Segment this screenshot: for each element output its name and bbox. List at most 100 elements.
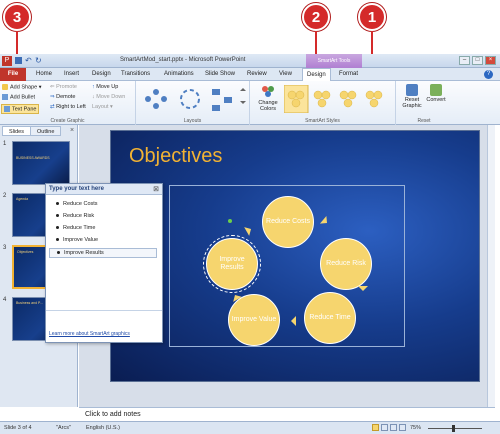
right-to-left-button[interactable]: ⇄ Right to Left <box>50 104 86 110</box>
bullet-icon <box>56 238 59 242</box>
bullet-icon <box>57 251 60 255</box>
callout-1: 1 <box>358 3 386 31</box>
bullet-icon <box>56 226 59 230</box>
add-shape-button[interactable]: Add Shape ▾ <box>2 84 42 90</box>
cycle-arrow <box>244 222 258 236</box>
close-icon[interactable]: ⊠ <box>153 185 159 193</box>
ribbon-tabs: File Home Insert Design Transitions Anim… <box>0 68 500 82</box>
cycle-arrow <box>286 316 296 326</box>
group-reset: Reset Graphic Convert Reset <box>396 81 500 125</box>
callout-3: 3 <box>3 3 31 31</box>
text-pane-icon <box>4 106 10 112</box>
text-pane-item-selected[interactable]: Improve Results <box>49 248 157 258</box>
move-down-button[interactable]: ↓ Move Down <box>92 94 125 100</box>
reset-graphic-icon <box>406 84 418 96</box>
rotation-handle[interactable] <box>228 219 232 223</box>
window-title: SmartArtMod_start.pptx - Microsoft Power… <box>120 57 246 63</box>
demote-button[interactable]: ⇒ Demote <box>50 94 75 100</box>
promote-button[interactable]: ⇐ Promote <box>50 84 77 90</box>
save-icon[interactable] <box>15 57 22 64</box>
layout-option-1 <box>145 89 167 109</box>
slide-count: Slide 3 of 4 <box>4 425 32 431</box>
bullet-icon <box>56 202 59 206</box>
cycle-arrow <box>319 215 335 231</box>
add-bullet-icon <box>2 94 8 100</box>
group-label-layouts: Layouts <box>183 118 202 124</box>
slide-thumbnail[interactable]: BUSINESS AWARDS <box>12 141 70 185</box>
notes-pane[interactable]: Click to add notes <box>79 407 495 421</box>
convert-icon <box>430 84 442 96</box>
smartart-circle[interactable]: Reduce Time <box>304 292 356 344</box>
view-buttons[interactable] <box>372 424 406 433</box>
language[interactable]: English (U.S.) <box>86 425 120 431</box>
minimize-button[interactable]: – <box>459 56 470 65</box>
tab-transitions[interactable]: Transitions <box>117 68 154 81</box>
text-pane-item[interactable]: Reduce Time <box>56 225 95 231</box>
group-smartart-styles: Change Colors SmartArt Styles <box>250 81 396 125</box>
text-pane-title: Type your text here <box>49 186 104 192</box>
smartart-tools-group: SmartArt Tools <box>306 54 362 68</box>
change-colors-button[interactable]: Change Colors <box>254 84 282 112</box>
text-pane-header: Type your text here ⊠ <box>46 184 162 195</box>
smartart-circle-selected[interactable]: Improve Results <box>203 235 261 293</box>
change-colors-icon <box>262 86 274 97</box>
vertical-scrollbar[interactable] <box>487 125 495 407</box>
tab-home[interactable]: Home <box>32 68 56 81</box>
group-label-create-graphic: Create Graphic <box>50 118 85 124</box>
tab-design[interactable]: Design <box>88 68 115 81</box>
tab-smartart-format[interactable]: Format <box>335 68 362 81</box>
help-icon[interactable]: ? <box>484 70 493 79</box>
tab-slide-show[interactable]: Slide Show <box>201 68 239 81</box>
callout-2: 2 <box>302 3 330 31</box>
text-pane-divider <box>46 310 162 311</box>
slide-number: 4 <box>3 297 7 303</box>
smartart-text-pane[interactable]: Type your text here ⊠ Reduce Costs Reduc… <box>45 183 163 343</box>
text-pane-item[interactable]: Reduce Risk <box>56 213 94 219</box>
maximize-button[interactable]: □ <box>472 56 483 65</box>
convert-button[interactable]: Convert <box>424 84 448 103</box>
styles-gallery[interactable] <box>284 85 392 113</box>
reset-graphic-button[interactable]: Reset Graphic <box>400 84 424 109</box>
group-label-reset: Reset <box>417 118 431 124</box>
redo-icon[interactable]: ↻ <box>35 56 42 65</box>
undo-icon[interactable]: ↶ <box>25 56 32 65</box>
theme-name: "Arcs" <box>56 425 71 431</box>
group-label-smartart-styles: SmartArt Styles <box>305 118 340 124</box>
group-create-graphic: Add Shape ▾ Add Bullet Text Pane ⇐ Promo… <box>0 81 136 125</box>
tab-slides[interactable]: Slides <box>2 126 31 136</box>
tab-file[interactable]: File <box>0 68 26 81</box>
text-pane-item[interactable]: Reduce Costs <box>56 201 98 207</box>
text-pane-button[interactable]: Text Pane <box>1 104 40 115</box>
tab-review[interactable]: Review <box>243 68 271 81</box>
smartart-frame[interactable]: Reduce Costs Reduce Risk Reduce Time Imp… <box>169 185 405 347</box>
tab-animations[interactable]: Animations <box>160 68 198 81</box>
tab-insert[interactable]: Insert <box>60 68 83 81</box>
gallery-scroll <box>240 88 246 104</box>
tab-outline[interactable]: Outline <box>30 126 62 136</box>
layout-button[interactable]: Layout ▾ <box>92 104 113 110</box>
tab-view[interactable]: View <box>275 68 296 81</box>
add-bullet-button[interactable]: Add Bullet <box>2 94 35 100</box>
slide-number: 1 <box>3 141 7 147</box>
ribbon: Add Shape ▾ Add Bullet Text Pane ⇐ Promo… <box>0 81 500 125</box>
smartart-circle[interactable]: Improve Value <box>228 294 280 346</box>
slide-canvas[interactable]: Objectives Reduce Costs Reduce Risk Redu… <box>110 130 480 382</box>
slide-title[interactable]: Objectives <box>129 145 222 168</box>
close-button[interactable]: × <box>485 56 496 65</box>
layout-gallery[interactable] <box>140 85 246 113</box>
status-bar: Slide 3 of 4 "Arcs" English (U.S.) 75% <box>0 421 500 434</box>
learn-more-link[interactable]: Learn more about SmartArt graphics <box>49 331 130 337</box>
zoom-slider-thumb[interactable] <box>452 425 455 432</box>
move-up-button[interactable]: ↑ Move Up <box>92 84 118 90</box>
zoom-slider[interactable] <box>428 428 482 429</box>
bullet-icon <box>56 214 59 218</box>
text-pane-item[interactable]: Improve Value <box>56 237 98 243</box>
tab-smartart-design[interactable]: Design <box>302 68 331 82</box>
smartart-circle[interactable]: Reduce Risk <box>320 238 372 290</box>
layout-option-2 <box>180 89 200 109</box>
slide-number: 3 <box>3 245 7 251</box>
zoom-level[interactable]: 75% <box>410 425 421 431</box>
smartart-circle[interactable]: Reduce Costs <box>262 196 314 248</box>
add-shape-icon <box>2 84 8 90</box>
close-pane-icon[interactable]: × <box>70 127 74 134</box>
